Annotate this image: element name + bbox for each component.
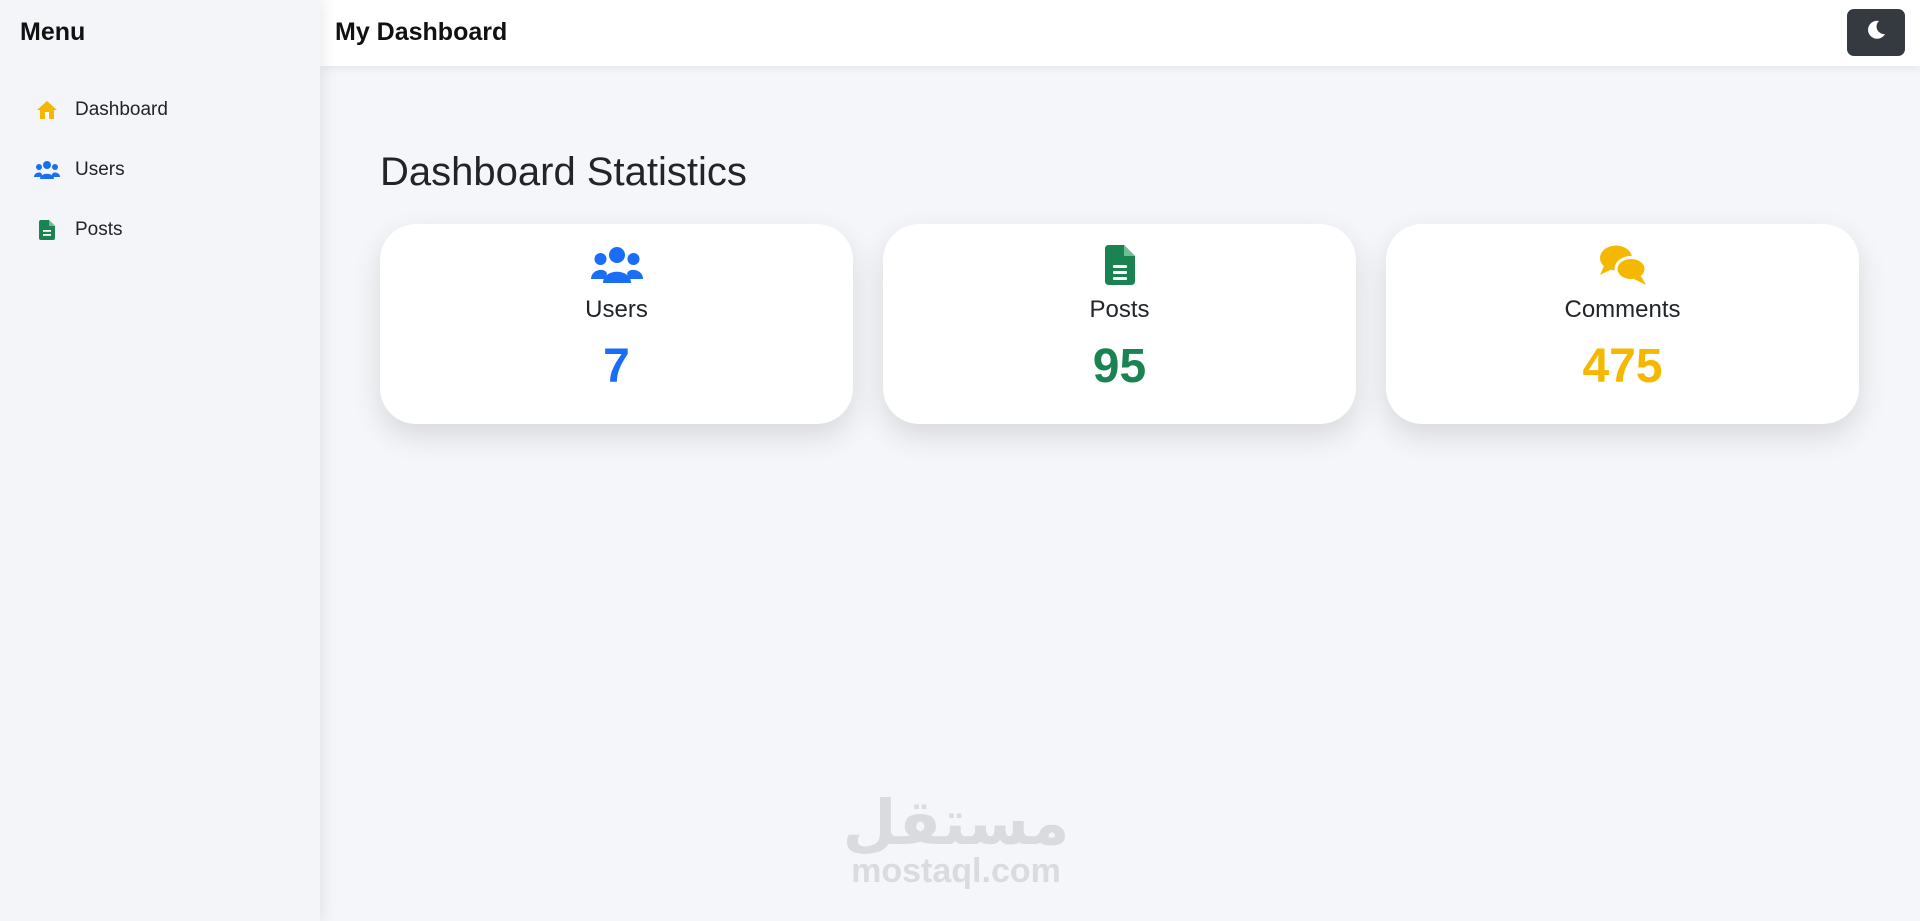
watermark-logo: مستقل mostaql.com xyxy=(826,788,1086,908)
stat-card-posts: Posts 95 xyxy=(883,224,1356,424)
stat-card-label: Comments xyxy=(1564,296,1681,323)
file-icon xyxy=(34,217,60,243)
sidebar-item-label: Users xyxy=(75,159,125,180)
file-icon xyxy=(1094,244,1146,286)
main-content: Dashboard Statistics Users 7 Posts 95 Co… xyxy=(320,66,1920,921)
sidebar: Menu Dashboard Users Posts xyxy=(0,0,320,921)
users-icon xyxy=(34,157,60,183)
stats-cards: Users 7 Posts 95 Comments 475 xyxy=(380,224,1861,424)
sidebar-item-label: Posts xyxy=(75,219,123,240)
stat-card-comments: Comments 475 xyxy=(1386,224,1859,424)
sidebar-item-posts[interactable]: Posts xyxy=(0,200,320,260)
sidebar-item-dashboard[interactable]: Dashboard xyxy=(0,80,320,140)
stat-card-label: Posts xyxy=(1089,296,1150,323)
sidebar-title: Menu xyxy=(20,18,86,46)
stat-card-label: Users xyxy=(585,296,648,323)
stat-card-value: 95 xyxy=(1092,340,1147,393)
moon-icon xyxy=(1866,20,1886,45)
watermark-latin: mostaql.com xyxy=(851,852,1061,890)
page-title: My Dashboard xyxy=(335,18,508,46)
sidebar-item-label: Dashboard xyxy=(75,99,168,120)
stat-card-users: Users 7 xyxy=(380,224,853,424)
section-title: Dashboard Statistics xyxy=(380,150,747,194)
users-icon xyxy=(590,244,643,286)
sidebar-nav: Dashboard Users Posts xyxy=(0,80,320,260)
watermark-arabic: مستقل xyxy=(842,786,1070,859)
home-icon xyxy=(34,97,60,123)
top-navbar: My Dashboard xyxy=(320,0,1920,66)
theme-toggle-button[interactable] xyxy=(1847,9,1905,56)
stat-card-value: 7 xyxy=(603,340,630,393)
comments-icon xyxy=(1597,244,1649,286)
sidebar-item-users[interactable]: Users xyxy=(0,140,320,200)
stat-card-value: 475 xyxy=(1582,340,1663,393)
